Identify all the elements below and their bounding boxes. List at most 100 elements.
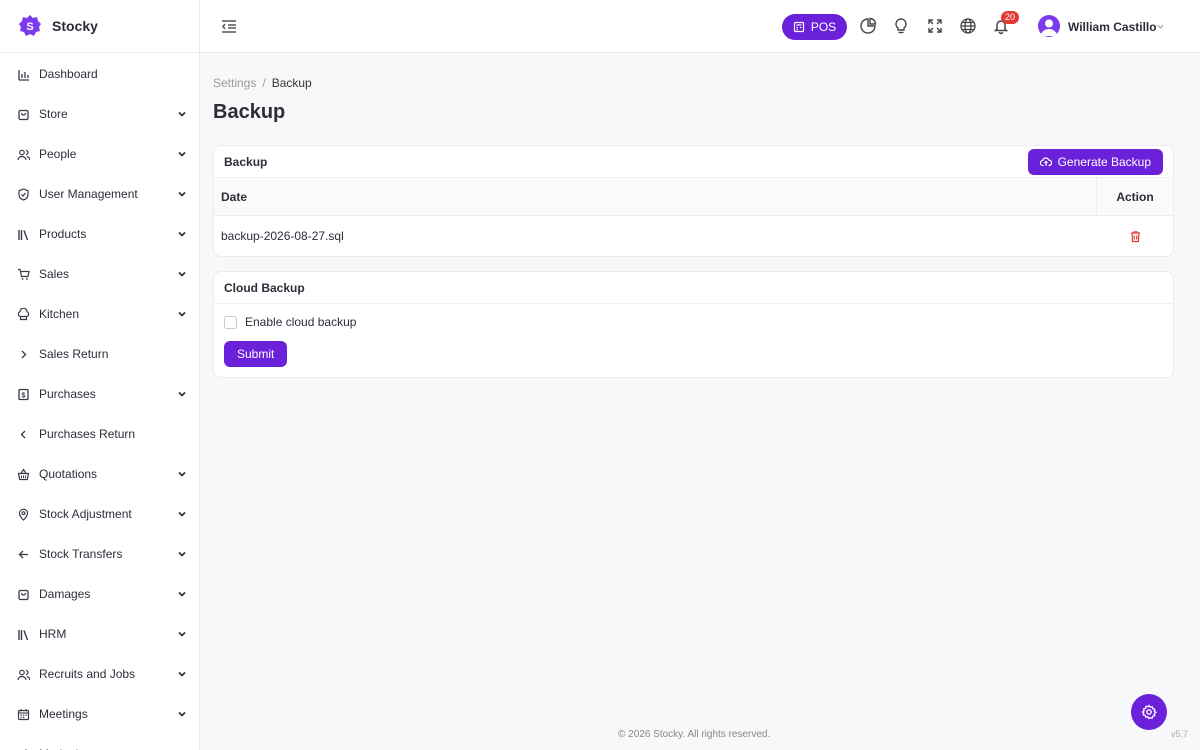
chevron-down-icon <box>178 111 186 117</box>
top-header: POS 20 William Castillo <box>200 0 1200 53</box>
table-header: Date Action <box>214 178 1173 216</box>
sidebar-item-hrm[interactable]: HRM <box>0 614 199 654</box>
chevron-down-icon[interactable] <box>1156 22 1165 31</box>
sidebar-item-meetings[interactable]: Meetings <box>0 694 199 734</box>
chevron-down-icon <box>178 271 186 277</box>
avatar[interactable] <box>1038 15 1060 37</box>
chevron-down-icon <box>178 471 186 477</box>
map-pin-icon <box>17 508 30 521</box>
chef-hat-icon <box>17 307 30 321</box>
chevron-left-icon <box>17 428 30 441</box>
cloud-backup-card: Cloud Backup Enable cloud backup Submit <box>213 271 1174 378</box>
cloud-backup-card-header: Cloud Backup <box>214 272 1173 304</box>
backup-file-name: backup-2026-08-27.sql <box>221 229 344 243</box>
chevron-down-icon <box>178 671 186 677</box>
chevron-down-icon <box>178 311 186 317</box>
lightbulb-icon[interactable] <box>892 17 910 35</box>
calendar-icon <box>17 708 30 721</box>
sidebar-item-label: Damages <box>39 587 91 601</box>
breadcrumb-parent[interactable]: Settings <box>213 76 256 90</box>
fullscreen-icon[interactable] <box>926 17 944 35</box>
chevron-down-icon <box>178 511 186 517</box>
column-header-date[interactable]: Date <box>214 178 1097 215</box>
sidebar-item-sales-return[interactable]: Sales Return <box>0 334 199 374</box>
chevron-down-icon <box>178 231 186 237</box>
chevron-down-icon <box>178 551 186 557</box>
sidebar-item-label: Sales Return <box>39 347 109 361</box>
globe-icon[interactable] <box>959 17 977 35</box>
chevron-down-icon <box>178 631 186 637</box>
users-icon <box>17 668 30 681</box>
chevron-down-icon <box>178 151 186 157</box>
generate-backup-button[interactable]: Generate Backup <box>1027 149 1163 175</box>
sidebar-item-label: Stock Adjustment <box>39 507 132 521</box>
submit-button[interactable]: Submit <box>224 341 288 367</box>
bag-icon <box>17 588 30 601</box>
sidebar-item-purchases-return[interactable]: Purchases Return <box>0 414 199 454</box>
dollar-receipt-icon: $ <box>17 388 30 401</box>
gear-icon <box>1141 704 1157 720</box>
sidebar-item-marketing[interactable]: Marketing <box>0 734 199 750</box>
brand-name: Stocky <box>52 18 98 34</box>
sidebar-item-label: Recruits and Jobs <box>39 667 136 681</box>
arrow-left-icon <box>17 548 30 561</box>
sidebar-item-label: Kitchen <box>39 307 80 321</box>
pos-button[interactable]: POS <box>782 14 847 40</box>
sidebar-nav: Dashboard Store People User Management Produ… <box>0 53 199 750</box>
backup-card-title: Backup <box>224 154 268 169</box>
column-header-action: Action <box>1116 189 1154 204</box>
settings-fab[interactable] <box>1131 694 1167 730</box>
basket-icon <box>17 467 30 481</box>
cloud-upload-icon <box>1039 157 1052 167</box>
trash-icon[interactable] <box>1129 230 1142 243</box>
sidebar-item-label: People <box>39 147 77 161</box>
cart-icon <box>17 268 30 281</box>
main-content: Settings / Backup Backup Backup Generate B… <box>200 53 1200 750</box>
breadcrumb-current: Backup <box>271 76 312 90</box>
sidebar-item-people[interactable]: People <box>0 134 199 174</box>
table-row: backup-2026-08-27.sql <box>214 216 1173 256</box>
sidebar-item-damages[interactable]: Damages <box>0 574 199 614</box>
sidebar-item-sales[interactable]: Sales <box>0 254 199 294</box>
sidebar-item-purchases[interactable]: $ Purchases <box>0 374 199 414</box>
sidebar-item-label: Stock Transfers <box>39 547 123 561</box>
row-actions <box>1097 230 1173 243</box>
sidebar-item-stock-adjustment[interactable]: Stock Adjustment <box>0 494 199 534</box>
sidebar-item-user-management[interactable]: User Management <box>0 174 199 214</box>
sidebar-item-dashboard[interactable]: Dashboard <box>0 54 199 94</box>
sidebar-item-label: HRM <box>39 627 67 641</box>
pie-chart-icon[interactable] <box>859 17 877 35</box>
cloud-backup-title: Cloud Backup <box>224 280 305 295</box>
bar-chart-icon <box>17 68 30 81</box>
enable-cloud-backup-row[interactable]: Enable cloud backup <box>224 315 356 329</box>
sidebar-item-label: Meetings <box>39 707 88 721</box>
sidebar-item-label: Dashboard <box>39 67 98 81</box>
enable-cloud-backup-label: Enable cloud backup <box>245 315 357 329</box>
sidebar-item-label: User Management <box>39 187 138 201</box>
brand[interactable]: S Stocky <box>0 0 199 53</box>
chevron-right-icon <box>17 348 30 361</box>
shield-check-icon <box>17 187 30 201</box>
sidebar-item-recruits-and-jobs[interactable]: Recruits and Jobs <box>0 654 199 694</box>
version-label: v5.7 <box>1170 729 1188 739</box>
sidebar-item-label: Purchases Return <box>39 427 136 441</box>
sidebar-item-kitchen[interactable]: Kitchen <box>0 294 199 334</box>
sidebar-item-label: Sales <box>39 267 70 281</box>
pos-label: POS <box>810 20 837 34</box>
sidebar-item-quotations[interactable]: Quotations <box>0 454 199 494</box>
sidebar-item-label: Purchases <box>39 387 96 401</box>
notification-badge: 20 <box>1001 11 1020 24</box>
library-icon <box>17 228 30 241</box>
sidebar-item-label: Store <box>39 107 68 121</box>
chevron-down-icon <box>178 591 186 597</box>
generate-backup-label: Generate Backup <box>1057 155 1151 169</box>
sidebar-item-products[interactable]: Products <box>0 214 199 254</box>
stocky-logo-icon: S <box>19 15 41 36</box>
menu-toggle-icon[interactable] <box>220 17 238 35</box>
sidebar-item-store[interactable]: Store <box>0 94 199 134</box>
user-name[interactable]: William Castillo <box>1068 20 1157 34</box>
sidebar-item-stock-transfers[interactable]: Stock Transfers <box>0 534 199 574</box>
chevron-down-icon <box>178 711 186 717</box>
enable-cloud-backup-checkbox[interactable] <box>224 315 237 329</box>
page-title: Backup <box>213 101 286 123</box>
